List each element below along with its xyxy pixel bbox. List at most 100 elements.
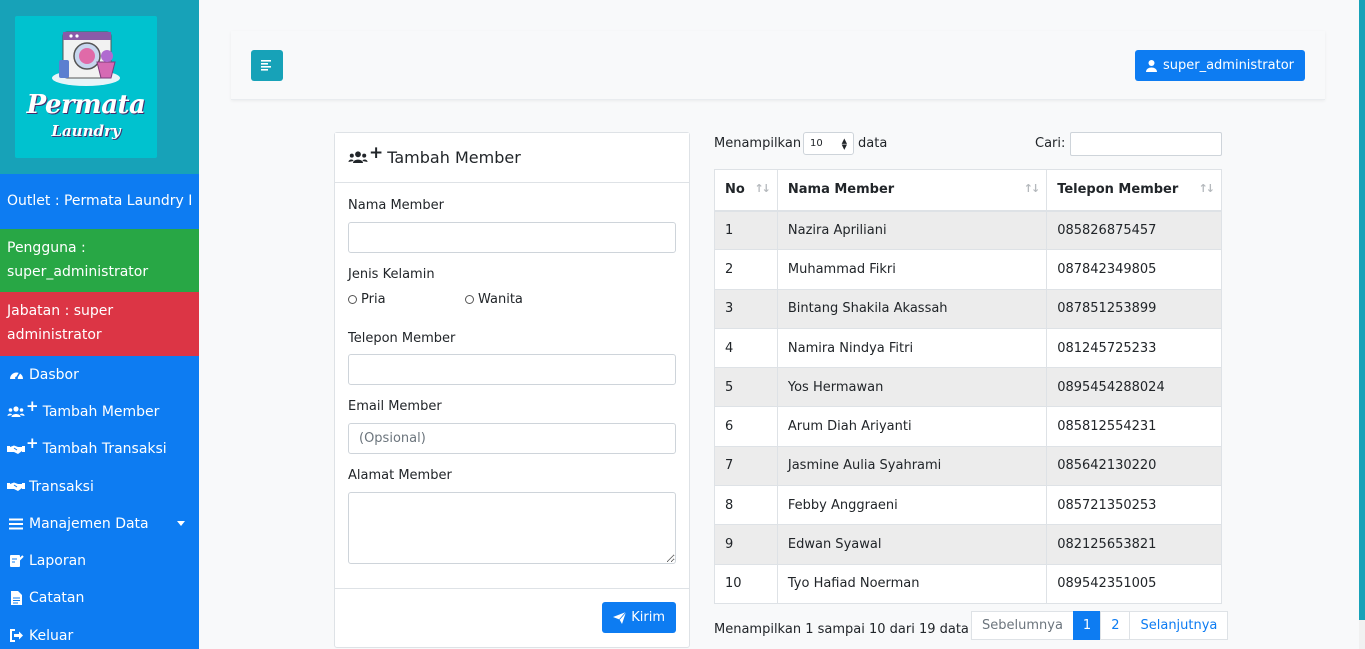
table-cell: 087851253899 xyxy=(1046,288,1222,329)
page-size-select[interactable]: 10 ▲ ▼ xyxy=(803,132,854,155)
user-menu-label: super_administrator xyxy=(1162,58,1294,73)
sidebar-item-tambah-transaksi[interactable]: + Tambah Transaksi xyxy=(0,431,199,468)
sidebar-menu: Dasbor + Tambah Member + Tambah Transaks… xyxy=(0,356,199,649)
sidebar-item-label: Laporan xyxy=(29,553,87,570)
report-icon xyxy=(7,553,25,569)
name-input[interactable] xyxy=(348,222,676,253)
handshake-plus-icon xyxy=(7,441,25,457)
column-header-phone[interactable]: Telepon Member ↑↓ xyxy=(1046,169,1222,212)
table-row: 1 Nazira Apriliani 085826875457 xyxy=(714,209,1222,251)
pagination: Sebelumnya 1 2 Selanjutnya xyxy=(971,611,1229,640)
select-arrows-icon: ▲ ▼ xyxy=(841,137,847,151)
sort-icon: ↑↓ xyxy=(754,182,771,195)
sort-icon: ↑↓ xyxy=(1198,182,1216,195)
brand-title: Permata xyxy=(26,90,146,120)
scrollbar-thumb[interactable] xyxy=(1359,0,1365,620)
table-cell: 089542351005 xyxy=(1046,563,1222,604)
table-cell: 085721350253 xyxy=(1046,485,1222,526)
logout-icon xyxy=(7,628,25,644)
search-input[interactable] xyxy=(1070,132,1222,156)
table-row: 10 Tyo Hafiad Noerman 089542351005 xyxy=(714,563,1222,604)
table-cell: Yos Hermawan xyxy=(776,367,1048,408)
table-row: 6 Arum Diah Ariyanti 085812554231 xyxy=(714,406,1222,447)
users-icon xyxy=(348,151,368,163)
email-input[interactable] xyxy=(348,423,676,454)
address-label: Alamat Member xyxy=(348,468,452,483)
pagination-prev-button[interactable]: Sebelumnya xyxy=(971,611,1074,640)
sidebar-item-dasbor[interactable]: Dasbor xyxy=(0,356,199,393)
table-row: 4 Namira Nindya Fitri 081245725233 xyxy=(714,327,1222,369)
sidebar-item-laporan[interactable]: Laporan xyxy=(0,542,199,579)
member-table: No ↑↓ Nama Member ↑↓ Telepon Member ↑↓ 1 Naz… xyxy=(714,169,1222,604)
table-cell: 5 xyxy=(714,367,778,408)
pagination-page-2[interactable]: 2 xyxy=(1100,611,1131,640)
sidebar-item-transaksi[interactable]: Transaksi xyxy=(0,468,199,505)
gender-label: Jenis Kelamin xyxy=(348,267,435,282)
file-icon xyxy=(7,590,25,606)
page-scrollbar[interactable] xyxy=(1359,0,1365,649)
pagination-next-button[interactable]: Selanjutnya xyxy=(1129,611,1229,640)
table-cell: Jasmine Aulia Syahrami xyxy=(776,445,1048,487)
phone-input[interactable] xyxy=(348,354,676,385)
table-row: 9 Edwan Syawal 082125653821 xyxy=(714,524,1222,565)
table-info: Menampilkan 1 sampai 10 dari 19 data xyxy=(714,622,969,637)
email-label: Email Member xyxy=(348,399,442,414)
sidebar-item-catatan[interactable]: Catatan xyxy=(0,580,199,617)
column-header-name[interactable]: Nama Member ↑↓ xyxy=(776,169,1048,212)
table-cell: Bintang Shakila Akassah xyxy=(776,288,1048,329)
submit-button[interactable]: Kirim xyxy=(602,602,676,633)
sidebar: Permata Laundry Outlet : Permata Laundry… xyxy=(0,0,199,649)
sort-icon: ↑↓ xyxy=(1023,182,1041,195)
outlet-info: Outlet : Permata Laundry I xyxy=(0,174,199,229)
table-cell: 2 xyxy=(714,249,778,290)
phone-label: Telepon Member xyxy=(348,331,456,346)
sidebar-toggle-button[interactable] xyxy=(251,50,283,81)
sidebar-item-label: Manajemen Data xyxy=(29,515,149,532)
brand-subtitle: Laundry xyxy=(51,122,121,140)
radio-label: Wanita xyxy=(478,292,523,307)
add-member-card: + Tambah Member Nama Member Jenis Kelami… xyxy=(334,132,690,648)
plus-icon: + xyxy=(26,396,39,415)
sidebar-item-label: Tambah Transaksi xyxy=(42,441,167,458)
sidebar-item-keluar[interactable]: Keluar xyxy=(0,617,199,649)
user-menu-button[interactable]: super_administrator xyxy=(1134,50,1305,81)
sidebar-item-manajemen-data[interactable]: Manajemen Data xyxy=(0,505,199,542)
plus-icon: + xyxy=(26,434,39,453)
table-cell: 6 xyxy=(714,406,778,447)
table-row: 7 Jasmine Aulia Syahrami 085642130220 xyxy=(714,445,1222,487)
page-size-suffix: data xyxy=(858,136,888,151)
sidebar-item-tambah-member[interactable]: + Tambah Member xyxy=(0,393,199,430)
handshake-icon xyxy=(7,479,25,495)
table-row: 8 Febby Anggraeni 085721350253 xyxy=(714,485,1222,526)
table-cell: 8 xyxy=(714,485,778,526)
table-cell: 0895454288024 xyxy=(1046,367,1222,408)
sidebar-item-label: Dasbor xyxy=(29,366,79,383)
address-textarea[interactable] xyxy=(348,492,676,564)
brand-logo[interactable]: Permata Laundry xyxy=(15,16,157,158)
plus-icon: + xyxy=(369,142,384,163)
card-header: + Tambah Member xyxy=(335,133,689,183)
sidebar-item-label: Transaksi xyxy=(29,478,94,495)
user-icon xyxy=(1145,59,1157,72)
page-size-value: 10 xyxy=(810,138,823,149)
radio-label: Pria xyxy=(361,292,386,307)
table-cell: 085812554231 xyxy=(1046,406,1222,447)
role-info: Jabatan : super administrator xyxy=(0,292,199,356)
pagination-page-1[interactable]: 1 xyxy=(1072,611,1102,640)
users-plus-icon xyxy=(7,404,25,420)
top-navbar: super_administrator xyxy=(231,31,1325,100)
logo-area: Permata Laundry xyxy=(0,0,199,174)
table-cell: Nazira Apriliani xyxy=(776,209,1048,251)
sidebar-item-label: Tambah Member xyxy=(42,403,160,420)
radio-circle xyxy=(465,295,474,304)
page-size-label: Menampilkan xyxy=(714,136,802,151)
table-cell: 085826875457 xyxy=(1046,209,1222,251)
table-cell: 087842349805 xyxy=(1046,249,1222,290)
table-cell: 085642130220 xyxy=(1046,445,1222,487)
sidebar-item-label: Keluar xyxy=(29,627,74,644)
gender-radio-wanita[interactable]: Wanita xyxy=(465,292,523,307)
table-cell: 082125653821 xyxy=(1046,524,1222,565)
gender-radio-pria[interactable]: Pria xyxy=(348,292,386,307)
paper-plane-icon xyxy=(613,611,627,624)
column-header-no[interactable]: No ↑↓ xyxy=(714,169,778,212)
